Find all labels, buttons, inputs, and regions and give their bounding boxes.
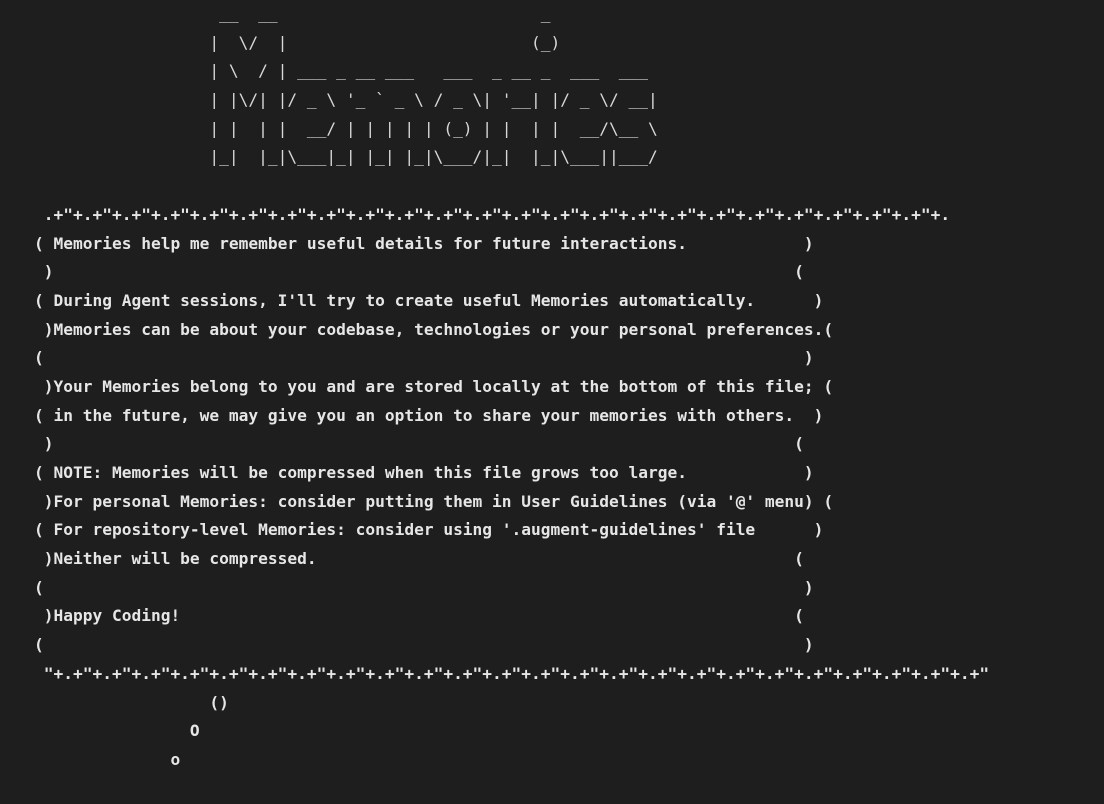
info-box-line: ( During Agent sessions, I'll try to cre…: [34, 290, 824, 310]
thought-bubble-line: O: [34, 721, 200, 741]
info-box-line: )Happy Coding! (: [34, 606, 804, 626]
info-box-line: ( Memories help me remember useful detai…: [34, 233, 814, 253]
logo-art-line: | | | | __/ | | | | | (_) | | | | __/\__…: [34, 118, 658, 138]
info-box-line: ) (: [34, 434, 804, 454]
info-box-line: ( For repository-level Memories: conside…: [34, 520, 824, 540]
info-box-line: )Neither will be compressed. (: [34, 549, 804, 569]
logo-art-line: | |\/| |/ _ \ '_ ` _ \ / _ \| '__| |/ _ …: [34, 90, 658, 110]
info-box-line: ) (: [34, 262, 804, 282]
info-box-line: )Your Memories belong to you and are sto…: [34, 376, 834, 396]
logo-art-line: | \/ | (_): [34, 32, 561, 52]
logo-art-line: | \ / | ___ _ __ ___ ___ _ __ _ ___ ___: [34, 61, 648, 81]
thought-bubble-line: (): [34, 692, 229, 712]
markdown-editor[interactable]: __ __ _ | \/ | (_) | \ / | ___ _ __ ___ …: [0, 0, 1104, 804]
logo-art-line: |_| |_|\___|_| |_| |_|\___/|_| |_|\___||…: [34, 147, 658, 167]
box-top-border: .+"+.+"+.+"+.+"+.+"+.+"+.+"+.+"+.+"+.+"+…: [34, 204, 951, 224]
info-box-line: ( in the future, we may give you an opti…: [34, 405, 824, 425]
info-box-line: ( ): [34, 635, 814, 655]
box-bottom-border: "+.+"+.+"+.+"+.+"+.+"+.+"+.+"+.+"+.+"+.+…: [34, 663, 990, 683]
info-box-line: )For personal Memories: consider putting…: [34, 491, 834, 511]
memories-banner: __ __ _ | \/ | (_) | \ / | ___ _ __ ___ …: [34, 0, 989, 775]
info-box-line: )Memories can be about your codebase, te…: [34, 319, 834, 339]
info-box-line: ( ): [34, 577, 814, 597]
thought-bubble-line: o: [34, 749, 181, 769]
info-box-line: ( NOTE: Memories will be compressed when…: [34, 463, 814, 482]
info-box-line: ( ): [34, 348, 814, 368]
logo-art-line: __ __ _: [34, 4, 551, 23]
